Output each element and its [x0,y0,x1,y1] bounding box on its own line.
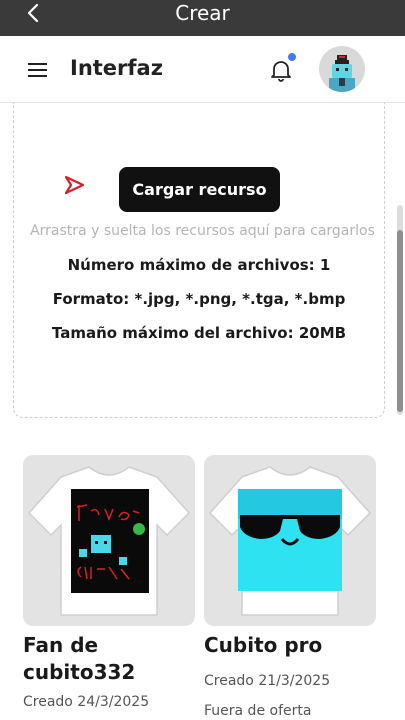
max-files-info: Número máximo de archivos: 1 [67,256,331,274]
page-title: Interfaz [70,56,163,80]
scrollbar-thumb[interactable] [397,230,403,412]
item-card[interactable]: Fan de cubito332 Creado 24/3/2025 [23,455,195,710]
notification-dot [288,53,296,61]
item-title[interactable]: Fan de cubito332 [23,632,195,686]
play-icon [64,175,85,195]
item-status: Fuera de oferta [204,703,312,719]
dropzone-hint: Arrastra y suelta los recursos aquí para… [30,223,375,239]
app-header: Interfaz [0,36,405,103]
item-created-date: Creado 21/3/2025 [204,673,331,689]
formats-info: Formato: *.jpg, *.png, *.tga, *.bmp [52,290,346,308]
item-title[interactable]: Cubito pro [204,632,376,659]
upload-resource-button[interactable]: Cargar recurso [119,167,280,212]
item-thumbnail[interactable] [204,455,376,626]
top-bar: Crear [0,0,405,36]
tshirt-image [208,466,372,616]
bell-icon[interactable] [270,58,292,82]
avatar-icon [329,55,355,92]
max-size-info: Tamaño máximo del archivo: 20MB [51,324,347,342]
item-card[interactable]: Cubito pro Creado 21/3/2025 Fuera de ofe… [204,455,376,719]
hamburger-menu-icon[interactable] [28,62,48,78]
item-created-date: Creado 24/3/2025 [23,694,150,710]
topbar-title: Crear [175,1,230,25]
item-thumbnail[interactable] [23,455,195,626]
avatar[interactable] [319,46,365,92]
tshirt-image [27,466,191,616]
